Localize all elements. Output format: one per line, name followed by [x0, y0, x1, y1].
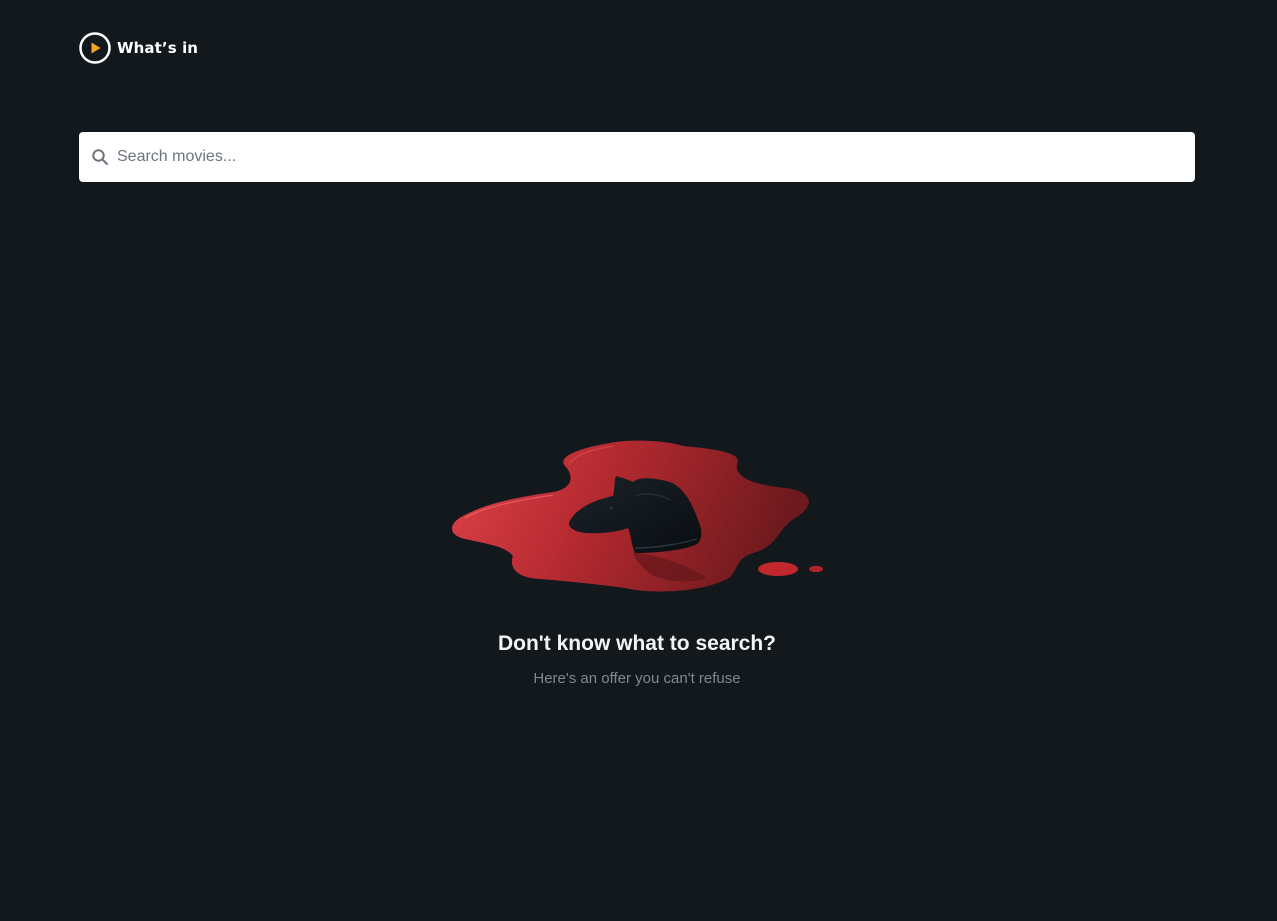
- play-circle-icon: [79, 32, 111, 64]
- search-bar[interactable]: [79, 132, 1195, 182]
- empty-state-subtitle: Here's an offer you can't refuse: [533, 670, 741, 687]
- search-input[interactable]: [117, 132, 1183, 182]
- empty-state-title: Don't know what to search?: [497, 632, 776, 655]
- horse-head-blood-pool-illustration: [452, 440, 823, 592]
- logo-link[interactable]: What’s in: [79, 32, 198, 64]
- logo-text: What’s in: [117, 39, 199, 57]
- search-icon: [92, 149, 108, 165]
- page: What’s in Don't kn: [0, 0, 1277, 921]
